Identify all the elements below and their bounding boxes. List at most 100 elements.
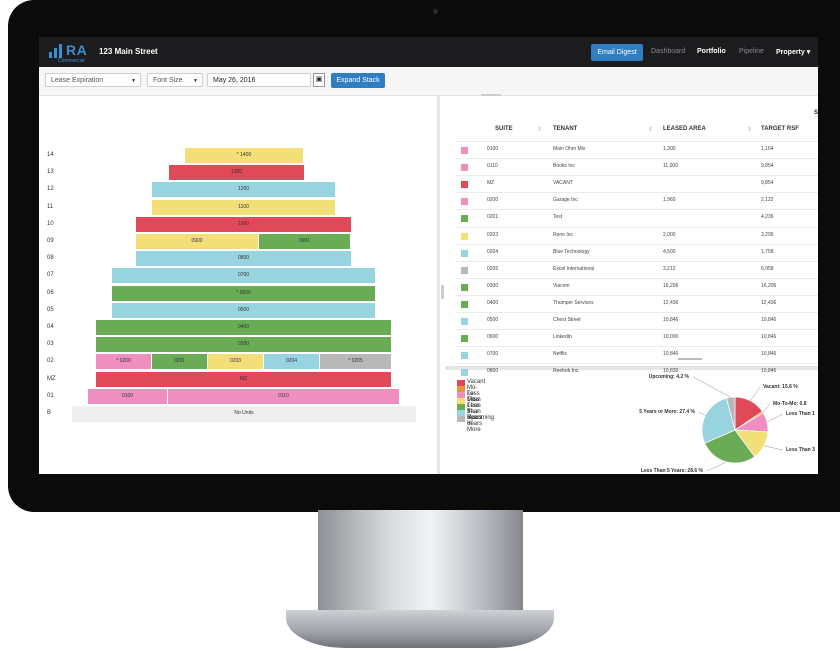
table-row[interactable]: 0400 Thumper Services 12,436 12,436 [455, 294, 818, 312]
status-swatch [461, 249, 468, 257]
table-row[interactable]: 0205 Excel International 3,212 6,958 [455, 260, 818, 278]
monitor-stand-base [286, 610, 554, 648]
floor-label: 01 [47, 392, 54, 399]
cell-suite: 0300 [487, 282, 499, 289]
suite-block[interactable]: * 0205 [320, 354, 392, 370]
suite-block[interactable]: 0203 [208, 354, 264, 370]
table-row[interactable]: 0500 Chest Street 10,846 10,846 [455, 312, 818, 329]
cell-tenant: Books Inc [553, 163, 575, 170]
suite-block[interactable]: 0901 [259, 234, 351, 249]
floor-label: 11 [47, 203, 54, 210]
suite-block[interactable]: * 0600 [112, 285, 376, 301]
sort-icon[interactable]: ⇕ [648, 126, 653, 133]
table-row[interactable]: 0700 Netflix 10,846 10,846 [455, 346, 818, 363]
chevron-down-icon: ▾ [806, 49, 811, 56]
table-corner-label: S [813, 110, 818, 116]
floor-label: 07 [47, 272, 54, 279]
cell-suite: 0400 [487, 299, 499, 306]
col-header-leased-area[interactable]: LEASED AREA [663, 126, 706, 132]
suite-block[interactable]: 0201 [152, 354, 208, 370]
stacking-plan-panel: 14 * 1400 13 1300 12 1200 11 1100 10 1000 09 0900 09… [39, 96, 440, 474]
cell-leased: 2,000 [663, 231, 676, 238]
status-swatch [461, 215, 468, 223]
cell-suite: 0500 [487, 317, 499, 323]
pie-leader-line [698, 411, 706, 416]
suite-block[interactable]: 0110 [168, 388, 400, 404]
col-header-target-rsf[interactable]: TARGET RSF [761, 126, 799, 132]
suite-block[interactable]: 1200 [152, 182, 336, 198]
cell-leased: 11,000 [663, 163, 678, 170]
suite-block[interactable]: 0100 [88, 388, 168, 404]
cell-tenant: Garage Inc [553, 197, 578, 204]
sort-icon[interactable]: ⇕ [537, 126, 542, 133]
pie-label-upcoming: Upcoming: 4.2 % [648, 374, 689, 380]
nav-link-property[interactable]: Property ▾ [776, 48, 810, 56]
mode-select[interactable]: Lease Expiration ▼ [45, 73, 141, 87]
table-row[interactable]: 0201 Test 4,236 [455, 209, 818, 226]
suite-block[interactable]: 1100 [152, 199, 336, 215]
suite-block[interactable]: 1300 [169, 165, 305, 181]
property-address: 123 Main Street [99, 47, 158, 56]
table-row[interactable]: 0100 Main Ohm Mix 1,300 1,164 [455, 141, 818, 158]
cell-suite: 0200 [487, 197, 499, 204]
cell-suite: 0201 [487, 214, 499, 221]
table-row[interactable]: 0200 Garage Inc 1,960 2,122 [455, 192, 818, 209]
table-row[interactable]: 0300 Viacom 16,206 16,206 [455, 277, 818, 295]
expand-stack-button[interactable]: Expand Stack [331, 73, 385, 88]
font-size-select-value: Font Size [153, 77, 183, 84]
font-size-select[interactable]: Font Size ▼ [147, 73, 203, 87]
floor-label: 02 [47, 358, 54, 365]
cell-target: 10,846 [761, 317, 777, 323]
suite-block[interactable]: * 1400 [185, 148, 304, 163]
cell-leased: 4,500 [663, 248, 676, 255]
table-row[interactable]: MZ VACANT 9,854 [455, 175, 818, 192]
cell-suite: 0204 [487, 248, 499, 255]
cell-suite: 0205 [487, 265, 499, 272]
top-resize-handle[interactable] [481, 94, 501, 96]
floor-label: 10 [47, 220, 54, 227]
suite-block[interactable]: 0500 [112, 302, 376, 318]
table-row[interactable]: 0110 Books Inc 11,000 9,854 [455, 158, 818, 175]
cell-target: 12,436 [761, 299, 777, 306]
pie-label-lt5: Less Than 5 Years: 28.6 % [640, 468, 703, 474]
suite-block[interactable]: * 0200 [96, 354, 152, 370]
nav-link-pipeline[interactable]: Pipeline [739, 48, 764, 55]
panel-resize-handle[interactable] [441, 285, 444, 299]
email-digest-button[interactable]: Email Digest [591, 44, 643, 61]
nav-link-dashboard[interactable]: Dashboard [651, 48, 685, 55]
floor-label: 06 [47, 289, 54, 296]
cell-tenant: Chest Street [553, 317, 581, 323]
suite-block[interactable]: 0204 [264, 354, 320, 370]
table-row[interactable]: 0204 Blue Technology 4,500 1,758 [455, 243, 818, 261]
suite-block[interactable]: 1000 [136, 216, 352, 232]
suite-block[interactable]: 0800 [136, 251, 352, 267]
nav-link-portfolio[interactable]: Portfolio [697, 48, 726, 55]
chevron-down-icon: ▼ [193, 78, 198, 84]
suite-block[interactable]: 0300 [96, 337, 392, 353]
suite-block[interactable]: MZ [96, 371, 392, 387]
horizontal-scrollbar[interactable] [678, 358, 702, 360]
cell-leased: 1,960 [663, 197, 676, 204]
sort-icon[interactable]: ⇕ [747, 126, 752, 133]
app-logo[interactable]: RA Commercial [49, 42, 87, 64]
suite-block[interactable]: 0700 [112, 268, 376, 284]
cell-leased: 1,300 [663, 146, 676, 152]
pie-leader-line [763, 445, 784, 451]
pie-leader-line [750, 386, 761, 401]
no-units-bar[interactable]: No Units [72, 406, 417, 422]
calendar-icon[interactable]: ▣ [313, 73, 325, 87]
table-row[interactable]: 0203 Reno Inc 2,000 3,295 [455, 226, 818, 244]
col-header-suite[interactable]: SUITE [495, 126, 513, 132]
cell-leased: 10,846 [663, 317, 679, 323]
suite-block[interactable]: 0900 [136, 234, 259, 249]
col-header-tenant[interactable]: TENANT [553, 126, 577, 132]
status-swatch [461, 283, 468, 291]
suite-block[interactable]: 0400 [96, 320, 392, 335]
table-row[interactable]: 0600 LinkedIn 10,000 10,846 [455, 329, 818, 346]
date-input[interactable]: May 26, 2016 [207, 73, 311, 87]
cell-suite: 0203 [487, 231, 499, 238]
logo-subtitle: Commercial [58, 58, 85, 64]
cell-tenant: Excel International [553, 265, 595, 272]
cell-target: 1,758 [761, 248, 774, 255]
pie-label-lt1: Less Than 1 [786, 411, 815, 417]
